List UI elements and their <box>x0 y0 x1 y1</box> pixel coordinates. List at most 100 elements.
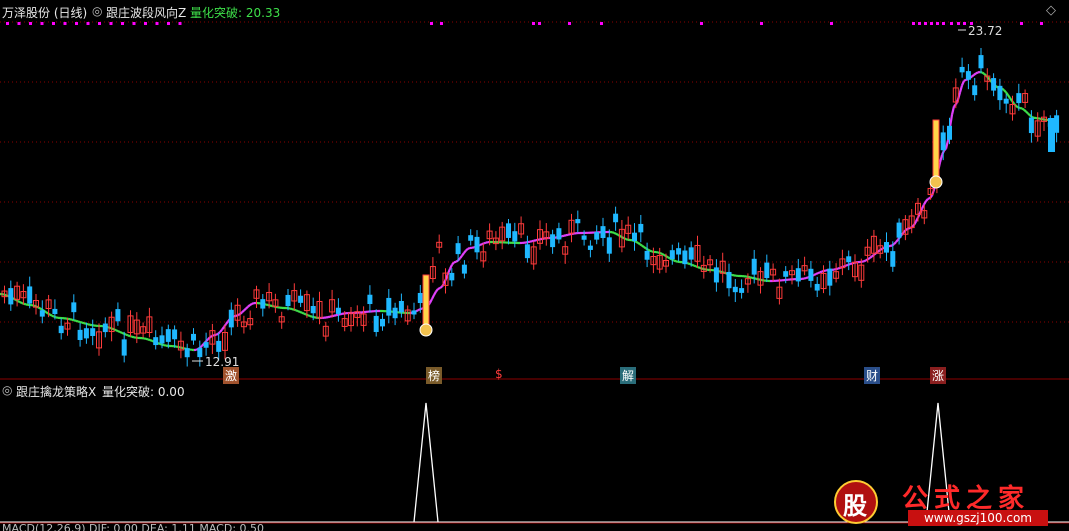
collapse-icon[interactable]: ◎ <box>92 4 102 18</box>
signal-dot <box>930 22 933 25</box>
trend-line-segment <box>131 335 135 339</box>
trend-line-segment <box>805 276 809 280</box>
signal-dot <box>155 22 159 25</box>
chart-canvas[interactable] <box>0 0 1069 531</box>
candle-body <box>8 288 14 305</box>
trend-line-segment <box>1003 89 1007 94</box>
sub-collapse-icon[interactable]: ◎ <box>2 383 12 397</box>
signal-dot <box>75 22 78 25</box>
trend-line-segment <box>963 78 967 82</box>
trend-line-segment <box>463 249 467 254</box>
trend-line-segment <box>948 114 954 128</box>
trend-line-segment <box>45 311 49 315</box>
trend-line-segment <box>307 314 311 318</box>
trend-line-segment <box>693 264 697 268</box>
trend-line-segment <box>295 309 299 313</box>
candle-body <box>90 328 96 336</box>
signal-dot <box>167 22 170 25</box>
trend-line-segment <box>483 241 487 245</box>
signal-tag[interactable]: 解 <box>620 367 637 384</box>
trend-line-segment <box>241 309 245 314</box>
candle-body <box>417 292 423 304</box>
trend-line-segment <box>687 262 691 266</box>
signal-tag[interactable]: $ <box>493 367 505 381</box>
trend-line-segment <box>691 263 695 267</box>
coin-icon <box>929 175 943 189</box>
candle-body <box>638 223 644 233</box>
candle-body <box>575 219 581 224</box>
trend-line-segment <box>1025 110 1029 115</box>
signal-tag[interactable]: 涨 <box>930 367 947 384</box>
candle-body <box>613 213 619 223</box>
trend-line-segment <box>479 243 483 247</box>
trend-line-segment <box>19 301 23 305</box>
signal-bar <box>932 119 940 183</box>
signal-dot <box>1020 22 1023 25</box>
candle-body <box>972 85 978 96</box>
candle-body <box>83 328 89 339</box>
candle-body <box>449 272 455 281</box>
coin-icon <box>419 323 433 337</box>
candle-body <box>1048 118 1055 152</box>
candle-body <box>39 310 45 317</box>
trend-line-segment <box>297 310 301 313</box>
candle-body <box>713 267 719 283</box>
watermark-url: www.gszj100.com <box>908 510 1048 526</box>
signal-tag[interactable]: 榜 <box>426 367 443 384</box>
candle-body <box>298 295 304 303</box>
candle-body <box>310 306 316 314</box>
signal-tag[interactable]: 财 <box>864 367 881 384</box>
trend-line-segment <box>845 263 849 267</box>
settings-diamond-icon[interactable]: ◇ <box>1046 3 1056 18</box>
candle-body <box>27 286 33 304</box>
candle-body <box>512 231 518 242</box>
trend-line-segment <box>299 310 303 314</box>
candle-body <box>644 250 650 260</box>
trend-line-segment <box>219 328 223 333</box>
trend-line-segment <box>1021 107 1025 111</box>
candle-body <box>606 237 612 254</box>
candle-body <box>455 243 461 255</box>
trend-line-segment <box>659 252 663 255</box>
signal-dot <box>144 22 147 25</box>
candle-body <box>260 299 266 309</box>
trend-line-segment <box>869 255 873 259</box>
candle-body <box>121 339 127 356</box>
candle-body <box>197 347 203 358</box>
signal-dot <box>912 22 915 25</box>
candle-body <box>77 329 83 341</box>
candle-body <box>172 329 178 340</box>
candle-body <box>71 302 77 313</box>
trend-line-segment <box>1009 97 1013 102</box>
candle-body <box>947 125 952 140</box>
trend-line-segment <box>149 339 153 342</box>
trend-line-segment <box>465 247 469 252</box>
trend-line-segment <box>895 238 899 243</box>
trend-line-segment <box>243 307 247 312</box>
candle-body <box>506 223 511 238</box>
signal-dot <box>760 22 763 25</box>
trend-line-segment <box>51 314 55 318</box>
trend-line-segment <box>661 252 665 256</box>
trend-line-segment <box>960 80 966 86</box>
candle-body <box>191 333 196 341</box>
watermark-badge: 股 <box>843 492 867 520</box>
trend-line-segment <box>23 302 27 306</box>
signal-dot <box>29 22 32 25</box>
trend-line-segment <box>637 241 641 246</box>
candle-body <box>795 268 801 282</box>
candle-body <box>335 307 341 314</box>
trend-line-segment <box>673 259 677 263</box>
trend-line-segment <box>215 332 219 336</box>
candle-body <box>669 250 675 260</box>
candle-body <box>884 242 889 253</box>
signal-tag[interactable]: 激 <box>223 367 240 384</box>
signal-dot <box>86 22 90 25</box>
signal-dot <box>63 22 67 25</box>
trend-line-segment <box>971 73 975 78</box>
trend-line-segment <box>635 240 639 244</box>
signal-dot <box>924 22 927 25</box>
trend-line-segment <box>309 314 313 318</box>
candle-body <box>997 85 1003 101</box>
candle-body <box>392 307 398 319</box>
